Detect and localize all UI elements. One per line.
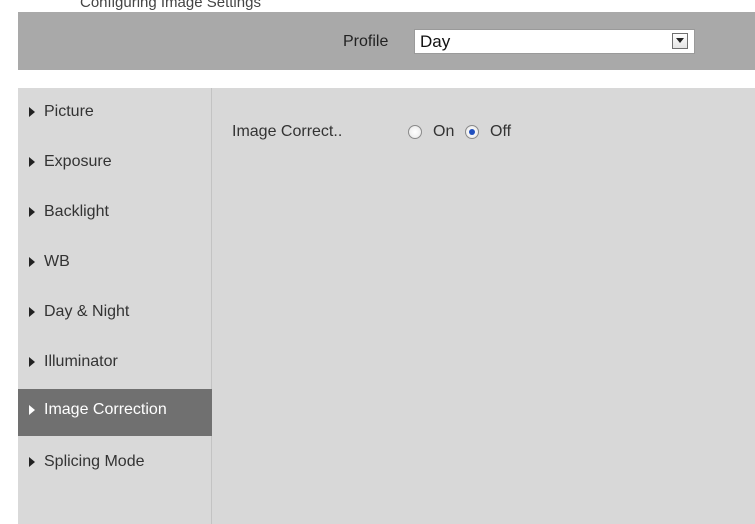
profile-select-value: Day [420,32,451,51]
chevron-right-icon [29,257,35,267]
image-correction-on-radio[interactable] [408,125,422,139]
sidebar-item-label: Picture [44,103,94,120]
profile-label: Profile [343,33,389,50]
sidebar-item-label: Image Correction [44,401,167,418]
sidebar: Picture Exposure Backlight WB Day & Nigh… [18,88,213,524]
top-fragment-text: Configuring Image Settings [80,0,261,10]
sidebar-item-label: Day & Night [44,303,130,320]
sidebar-item-splicing-mode[interactable]: Splicing Mode [18,441,213,488]
image-settings-screen: Configuring Image Settings Profile Day P… [0,0,755,524]
sidebar-item-picture[interactable]: Picture [18,91,213,138]
sidebar-item-label: Splicing Mode [44,453,145,470]
image-correction-off-label[interactable]: Off [490,123,511,141]
sidebar-item-label: Backlight [44,203,109,220]
sidebar-item-exposure[interactable]: Exposure [18,141,213,188]
profile-select[interactable]: Day [414,29,695,54]
chevron-right-icon [29,357,35,367]
image-correction-off-radio[interactable] [465,125,479,139]
chevron-right-icon [29,457,35,467]
sidebar-item-label: Illuminator [44,353,118,370]
chevron-right-icon [29,405,35,415]
content-panel: Image Correct.. On Off [212,88,755,524]
chevron-right-icon [29,157,35,167]
chevron-down-icon[interactable] [672,33,688,49]
image-correction-label: Image Correct.. [232,123,343,140]
chevron-right-icon [29,207,35,217]
chevron-right-icon [29,307,35,317]
sidebar-item-image-correction[interactable]: Image Correction [18,389,213,436]
image-correction-on-label[interactable]: On [433,123,454,141]
sidebar-item-label: Exposure [44,153,112,170]
sidebar-item-label: WB [44,253,70,270]
image-correction-row: Image Correct.. On Off [232,122,732,142]
sidebar-item-backlight[interactable]: Backlight [18,191,213,238]
sidebar-item-wb[interactable]: WB [18,241,213,288]
sidebar-item-day-night[interactable]: Day & Night [18,291,213,338]
chevron-right-icon [29,107,35,117]
sidebar-item-illuminator[interactable]: Illuminator [18,341,213,388]
